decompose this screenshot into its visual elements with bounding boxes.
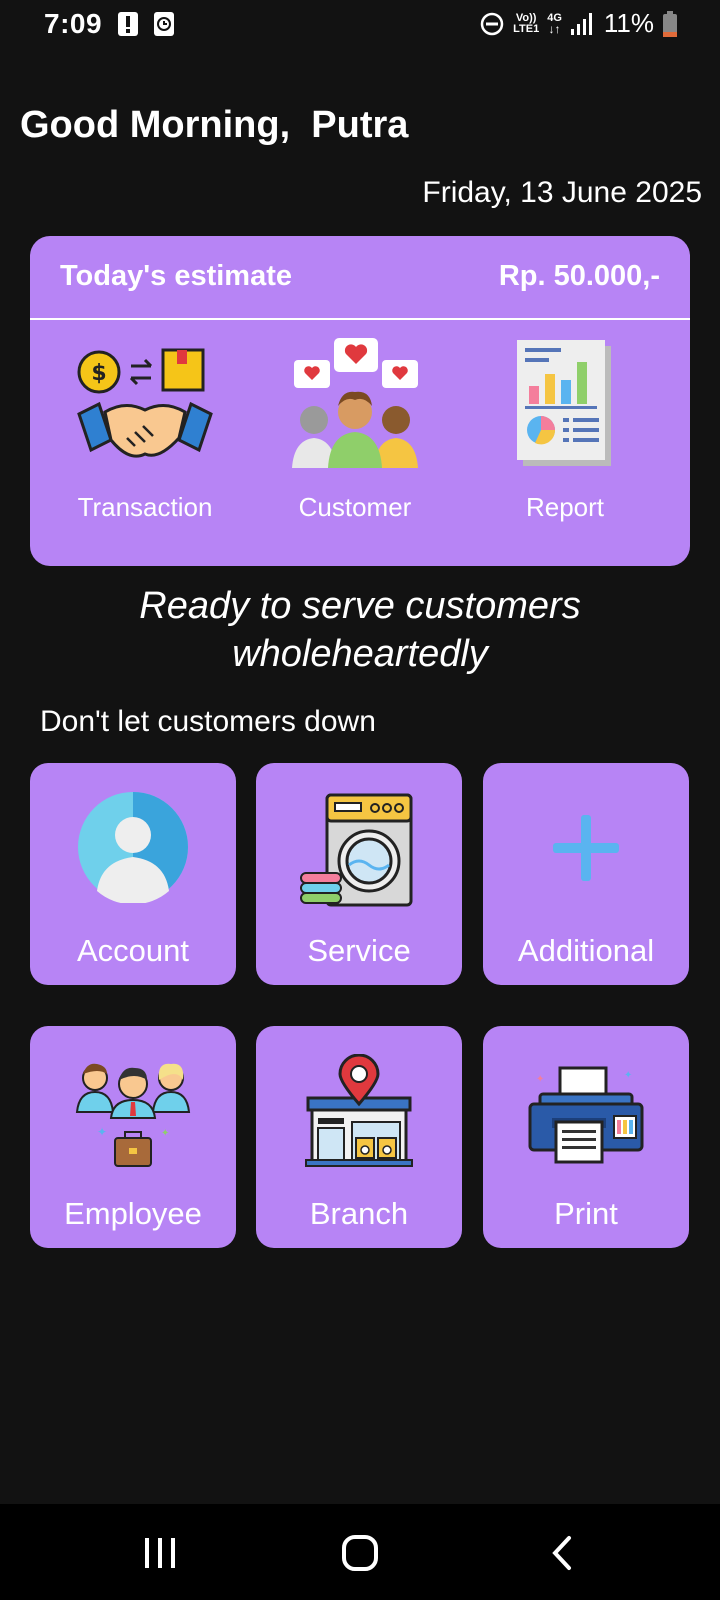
navigation-bar	[0, 1504, 720, 1600]
svg-text:✦: ✦	[624, 1070, 632, 1081]
back-button[interactable]	[532, 1526, 592, 1580]
svg-text:✦: ✦	[161, 1128, 169, 1139]
estimate-label: Today's estimate	[60, 260, 292, 292]
report-chart-icon	[517, 340, 611, 466]
additional-tile[interactable]: Additional	[483, 763, 689, 985]
estimate-menu: $ Transaction Customer Report	[30, 322, 690, 562]
status-time: 7:09	[44, 8, 103, 39]
branch-tile[interactable]: Branch	[256, 1026, 462, 1248]
handshake-exchange-icon: $	[77, 348, 213, 458]
signal-icon	[570, 12, 592, 35]
status-right: Vo)) LTE1 4G ↓↑ 11%	[479, 8, 678, 39]
additional-label: Additional	[517, 933, 655, 968]
lte-label: LTE1	[513, 22, 540, 35]
battery-percent: 11%	[603, 8, 654, 38]
estimate-value: Rp. 50.000,-	[498, 260, 660, 292]
tagline-line2: wholeheartedly	[232, 633, 488, 675]
customers-hearts-icon	[292, 338, 418, 468]
battery-icon	[663, 10, 677, 37]
recent-apps-button[interactable]	[130, 1526, 190, 1580]
transaction-button[interactable]: $ Transaction	[35, 322, 255, 562]
svg-text:$: $	[91, 361, 106, 386]
branch-label: Branch	[309, 1196, 409, 1231]
section-subtitle: Don't let customers down	[40, 705, 376, 738]
employee-tile[interactable]: ✦ ✦ Employee	[30, 1026, 236, 1248]
greeting: Good Morning, Putra	[20, 104, 409, 146]
estimate-card: Today's estimate Rp. 50.000,- $ Transact…	[30, 236, 690, 566]
service-label: Service	[307, 933, 411, 968]
service-tile[interactable]: Service	[256, 763, 462, 985]
transaction-label: Transaction	[77, 492, 213, 522]
estimate-header: Today's estimate Rp. 50.000,-	[30, 236, 690, 320]
plus-icon	[553, 815, 619, 881]
tagline: Ready to serve customers wholeheartedly	[0, 582, 720, 678]
network-type: 4G ↓↑	[547, 11, 562, 36]
current-date: Friday, 13 June 2025	[422, 176, 702, 209]
washing-machine-icon	[300, 793, 413, 907]
do-not-disturb-icon	[480, 12, 504, 35]
print-label: Print	[554, 1196, 618, 1231]
account-avatar-icon	[78, 792, 188, 903]
employees-group-icon: ✦ ✦	[75, 1063, 191, 1167]
clock-notification-icon	[154, 12, 174, 36]
account-label: Account	[76, 933, 189, 968]
tagline-line1: Ready to serve customers	[139, 585, 581, 627]
status-bar: 7:09 Vo)) LTE1 4G ↓↑ 11%	[0, 0, 720, 50]
volte-label: Vo))	[515, 11, 537, 24]
back-icon	[552, 1536, 571, 1570]
customer-label: Customer	[298, 492, 412, 522]
report-button[interactable]: Report	[455, 322, 675, 562]
home-button[interactable]	[330, 1526, 390, 1580]
print-tile[interactable]: ✦ ✦ Print	[483, 1026, 689, 1248]
customer-button[interactable]: Customer	[245, 322, 465, 562]
alert-notification-icon	[118, 12, 138, 36]
branch-store-icon	[305, 1054, 413, 1167]
volte-indicator: Vo)) LTE1	[513, 11, 540, 35]
home-icon	[342, 1535, 378, 1571]
svg-text:✦: ✦	[536, 1074, 544, 1085]
recent-apps-icon	[145, 1538, 175, 1568]
report-label: Report	[525, 492, 605, 522]
printer-icon: ✦ ✦	[528, 1066, 644, 1164]
employee-label: Employee	[64, 1196, 202, 1231]
account-tile[interactable]: Account	[30, 763, 236, 985]
svg-text:✦: ✦	[97, 1125, 107, 1139]
